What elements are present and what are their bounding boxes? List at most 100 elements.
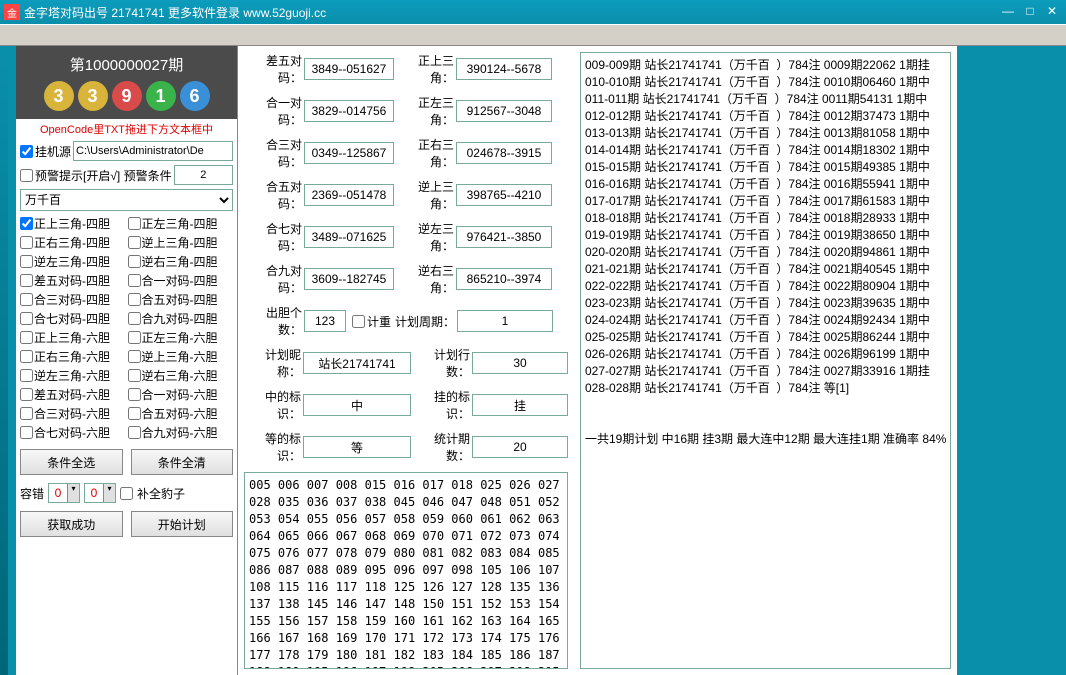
check-box[interactable] [20,407,33,420]
check-item[interactable]: 合三对码-四胆 [20,291,126,308]
code-label: 合九对码： [244,262,302,296]
source-checkbox[interactable] [20,145,33,158]
check-item[interactable]: 差五对码-六胆 [20,386,126,403]
minimize-button[interactable]: — [998,4,1018,20]
right-panel: 009-009期 站长21741741（万千百 ）784注 0009期22062… [574,46,957,675]
check-box[interactable] [128,426,141,439]
check-item[interactable]: 正右三角-四胆 [20,234,126,251]
triangle-input[interactable] [456,58,552,80]
maximize-button[interactable]: □ [1020,4,1040,20]
check-label: 正右三角-六胆 [34,348,110,365]
check-item[interactable]: 合五对码-六胆 [128,405,234,422]
triangle-input[interactable] [456,268,552,290]
check-item[interactable]: 逆上三角-四胆 [128,234,234,251]
check-box[interactable] [20,388,33,401]
check-box[interactable] [128,255,141,268]
triangle-input[interactable] [456,226,552,248]
dup-checkbox[interactable] [352,315,365,328]
tolerance-max-spinner[interactable]: 0▾ [84,483,116,503]
check-box[interactable] [128,312,141,325]
check-box[interactable] [128,236,141,249]
source-path-input[interactable] [73,141,233,161]
check-item[interactable]: 逆右三角-六胆 [128,367,234,384]
rows-input[interactable] [472,352,568,374]
check-item[interactable]: 差五对码-四胆 [20,272,126,289]
results-textarea[interactable]: 009-009期 站长21741741（万千百 ）784注 0009期22062… [580,52,951,669]
check-box[interactable] [20,293,33,306]
check-box[interactable] [128,369,141,382]
check-box[interactable] [20,312,33,325]
check-box[interactable] [128,274,141,287]
check-item[interactable]: 合五对码-四胆 [128,291,234,308]
close-button[interactable]: ✕ [1042,4,1062,20]
ball: 9 [112,81,142,111]
win-input[interactable] [303,394,411,416]
check-item[interactable]: 合三对码-六胆 [20,405,126,422]
check-item[interactable]: 正左三角-六胆 [128,329,234,346]
lose-input[interactable] [472,394,568,416]
triangle-input[interactable] [456,142,552,164]
check-box[interactable] [20,255,33,268]
check-item[interactable]: 合一对码-六胆 [128,386,234,403]
nick-input[interactable] [303,352,411,374]
check-box[interactable] [128,407,141,420]
check-item[interactable]: 正右三角-六胆 [20,348,126,365]
triangle-label: 逆左三角： [396,220,454,254]
check-item[interactable]: 合一对码-四胆 [128,272,234,289]
code-input[interactable] [304,100,394,122]
code-input[interactable] [304,58,394,80]
check-item[interactable]: 正上三角-六胆 [20,329,126,346]
check-box[interactable] [128,350,141,363]
baozi-checkbox[interactable] [120,487,133,500]
tolerance-min-spinner[interactable]: 0▾ [48,483,80,503]
fetch-button[interactable]: 获取成功 [20,511,123,537]
code-input[interactable] [304,142,394,164]
check-box[interactable] [20,426,33,439]
period-input[interactable] [457,310,553,332]
out-input[interactable] [304,310,346,332]
triangle-input[interactable] [456,184,552,206]
check-box[interactable] [128,331,141,344]
stat-input[interactable] [472,436,568,458]
triangle-input[interactable] [456,100,552,122]
check-box[interactable] [20,331,33,344]
eq-input[interactable] [303,436,411,458]
check-label: 合九对码-四胆 [142,310,218,327]
triangle-label: 正右三角： [396,136,454,170]
check-box[interactable] [128,217,141,230]
numbers-textarea[interactable]: 005 006 007 008 015 016 017 018 025 026 … [244,472,568,669]
code-input[interactable] [304,184,394,206]
code-label: 合七对码： [244,220,302,254]
check-box[interactable] [20,369,33,382]
check-item[interactable]: 合九对码-四胆 [128,310,234,327]
check-box[interactable] [20,217,33,230]
check-label: 合五对码-四胆 [142,291,218,308]
check-item[interactable]: 逆左三角-四胆 [20,253,126,270]
check-box[interactable] [128,388,141,401]
check-item[interactable]: 正左三角-四胆 [128,215,234,232]
check-item[interactable]: 逆右三角-四胆 [128,253,234,270]
code-input[interactable] [304,268,394,290]
check-item[interactable]: 合七对码-四胆 [20,310,126,327]
warn-checkbox[interactable] [20,169,33,182]
check-item[interactable]: 逆左三角-六胆 [20,367,126,384]
check-item[interactable]: 合七对码-六胆 [20,424,126,441]
triangle-label: 正上三角： [396,52,454,86]
start-button[interactable]: 开始计划 [131,511,234,537]
position-select[interactable]: 万千百 [20,189,233,211]
check-item[interactable]: 正上三角-四胆 [20,215,126,232]
check-item[interactable]: 合九对码-六胆 [128,424,234,441]
check-label: 正上三角-六胆 [34,329,110,346]
code-label: 合一对码： [244,94,302,128]
ball: 1 [146,81,176,111]
check-box[interactable] [20,274,33,287]
check-box[interactable] [20,236,33,249]
select-clear-button[interactable]: 条件全清 [131,449,234,475]
code-input[interactable] [304,226,394,248]
warn-value-input[interactable] [174,165,233,185]
check-item[interactable]: 逆上三角-六胆 [128,348,234,365]
code-label: 差五对码： [244,52,302,86]
check-box[interactable] [20,350,33,363]
check-box[interactable] [128,293,141,306]
select-all-button[interactable]: 条件全选 [20,449,123,475]
